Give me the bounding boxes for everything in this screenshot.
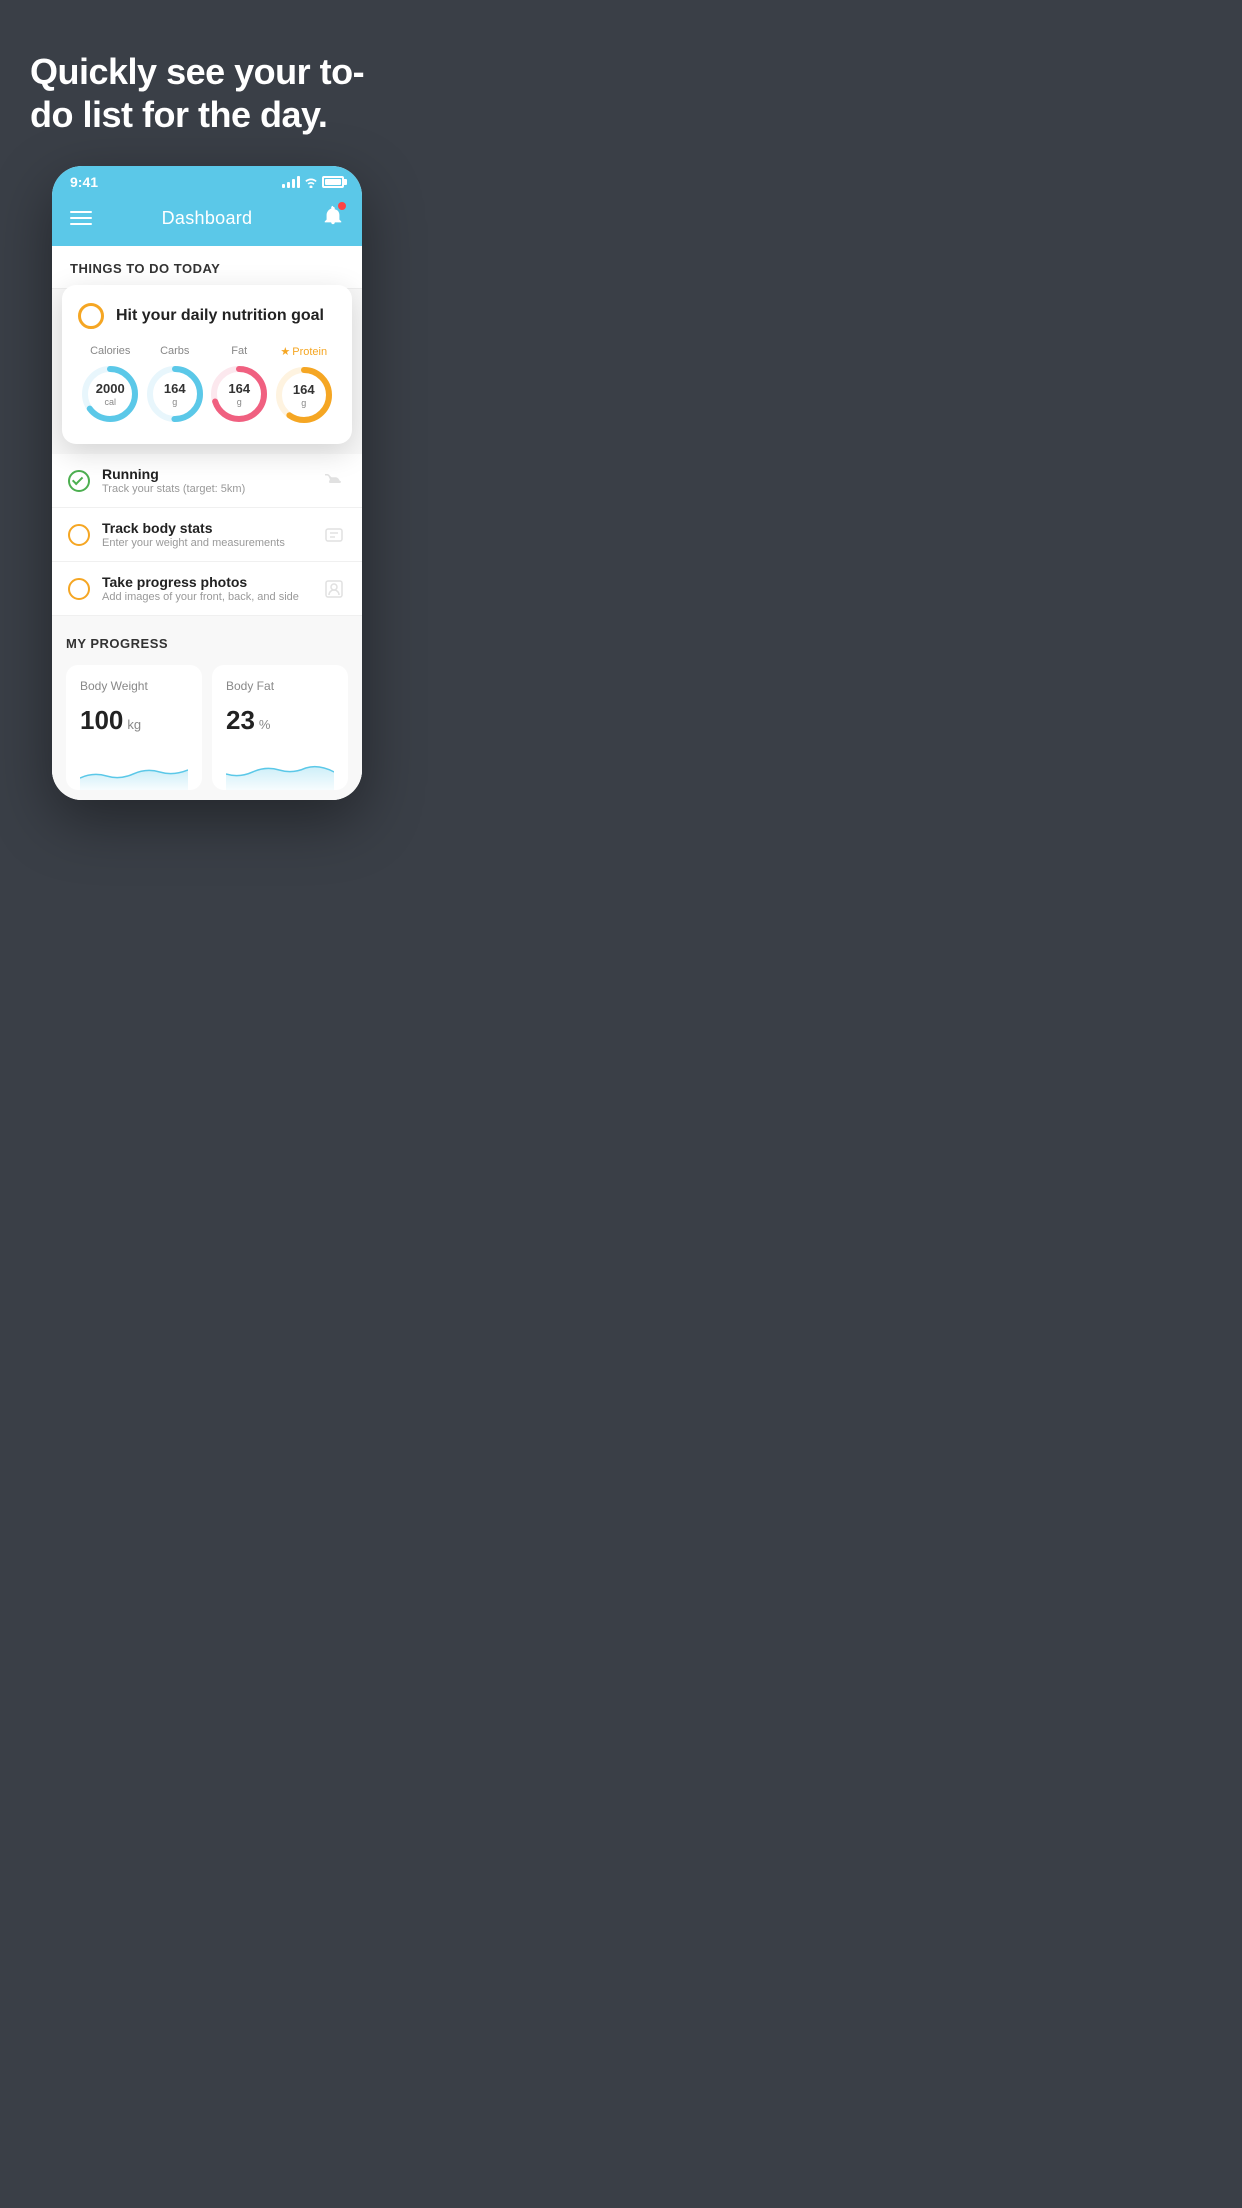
todo-list: Running Track your stats (target: 5km) T… — [52, 454, 362, 616]
protein-label-text: Protein — [292, 346, 327, 358]
wifi-icon — [304, 176, 318, 188]
todo-title-progress-photos: Take progress photos — [102, 574, 310, 590]
calories-value: 2000 — [96, 382, 125, 396]
body-fat-unit: % — [259, 717, 271, 732]
body-weight-chart — [80, 750, 188, 790]
hamburger-button[interactable] — [70, 211, 92, 225]
my-progress-section: MY PROGRESS Body Weight 100 kg — [52, 616, 362, 800]
carbs-donut: 164 g — [144, 363, 206, 425]
card-title-row: Hit your daily nutrition goal — [78, 303, 336, 329]
hero-title: Quickly see your to-do list for the day. — [30, 50, 384, 136]
hero-section: Quickly see your to-do list for the day. — [0, 0, 414, 166]
todo-check-progress-photos — [68, 578, 90, 600]
todo-subtitle-progress-photos: Add images of your front, back, and side — [102, 591, 310, 603]
page-container: Quickly see your to-do list for the day.… — [0, 0, 414, 830]
protein-unit: g — [293, 398, 315, 408]
todo-subtitle-body-stats: Enter your weight and measurements — [102, 537, 310, 549]
body-weight-unit: kg — [127, 717, 141, 732]
fat-donut: 164 g — [208, 363, 270, 425]
body-fat-card: Body Fat 23 % — [212, 665, 348, 790]
carbs-unit: g — [164, 397, 186, 407]
battery-icon — [322, 176, 344, 188]
todo-text-body-stats: Track body stats Enter your weight and m… — [102, 520, 310, 549]
app-header: Dashboard — [52, 194, 362, 246]
nutrition-card-title: Hit your daily nutrition goal — [116, 307, 324, 325]
todo-text-running: Running Track your stats (target: 5km) — [102, 466, 310, 495]
app-content: THINGS TO DO TODAY Hit your daily nutrit… — [52, 246, 362, 800]
protein-donut: 164 g — [273, 364, 335, 426]
nutrition-card: Hit your daily nutrition goal Calories — [62, 285, 352, 444]
carbs-value: 164 — [164, 382, 186, 396]
todo-title-body-stats: Track body stats — [102, 520, 310, 536]
fat-unit: g — [228, 397, 250, 407]
todo-subtitle-running: Track your stats (target: 5km) — [102, 483, 310, 495]
nutrition-circles: Calories 2000 cal — [78, 345, 336, 426]
section-title: THINGS TO DO TODAY — [70, 261, 220, 276]
star-icon: ★ — [280, 345, 290, 358]
nutrition-fat: Fat 164 g — [208, 345, 270, 425]
things-to-do-header: THINGS TO DO TODAY — [52, 246, 362, 289]
protein-label: ★ Protein — [280, 345, 327, 358]
calories-donut: 2000 cal — [79, 363, 141, 425]
todo-check-body-stats — [68, 524, 90, 546]
body-weight-value-row: 100 kg — [80, 705, 188, 736]
shoe-icon — [322, 469, 346, 493]
todo-text-progress-photos: Take progress photos Add images of your … — [102, 574, 310, 603]
fat-value: 164 — [228, 382, 250, 396]
nutrition-circle-check — [78, 303, 104, 329]
signal-icon — [282, 176, 300, 188]
notification-button[interactable] — [322, 204, 344, 232]
scale-icon — [322, 523, 346, 547]
status-icons — [282, 176, 344, 188]
body-fat-value-row: 23 % — [226, 705, 334, 736]
notification-dot — [338, 202, 346, 210]
app-title: Dashboard — [162, 208, 253, 229]
carbs-label: Carbs — [160, 345, 189, 357]
progress-section-title: MY PROGRESS — [66, 636, 348, 651]
phone-mockup: 9:41 Dashboard — [52, 166, 362, 800]
fat-label: Fat — [231, 345, 247, 357]
todo-item-progress-photos[interactable]: Take progress photos Add images of your … — [52, 562, 362, 616]
protein-value: 164 — [293, 383, 315, 397]
body-fat-card-title: Body Fat — [226, 679, 334, 693]
body-fat-value: 23 — [226, 705, 255, 736]
calories-unit: cal — [96, 397, 125, 407]
status-bar: 9:41 — [52, 166, 362, 194]
body-weight-value: 100 — [80, 705, 123, 736]
nutrition-protein: ★ Protein 164 g — [273, 345, 335, 426]
status-time: 9:41 — [70, 174, 98, 190]
todo-title-running: Running — [102, 466, 310, 482]
nutrition-calories: Calories 2000 cal — [79, 345, 141, 425]
todo-check-running — [68, 470, 90, 492]
nutrition-carbs: Carbs 164 g — [144, 345, 206, 425]
person-icon — [322, 577, 346, 601]
body-weight-card: Body Weight 100 kg — [66, 665, 202, 790]
todo-item-body-stats[interactable]: Track body stats Enter your weight and m… — [52, 508, 362, 562]
body-fat-chart — [226, 750, 334, 790]
body-weight-card-title: Body Weight — [80, 679, 188, 693]
todo-item-running[interactable]: Running Track your stats (target: 5km) — [52, 454, 362, 508]
calories-label: Calories — [90, 345, 130, 357]
progress-cards: Body Weight 100 kg — [66, 665, 348, 790]
